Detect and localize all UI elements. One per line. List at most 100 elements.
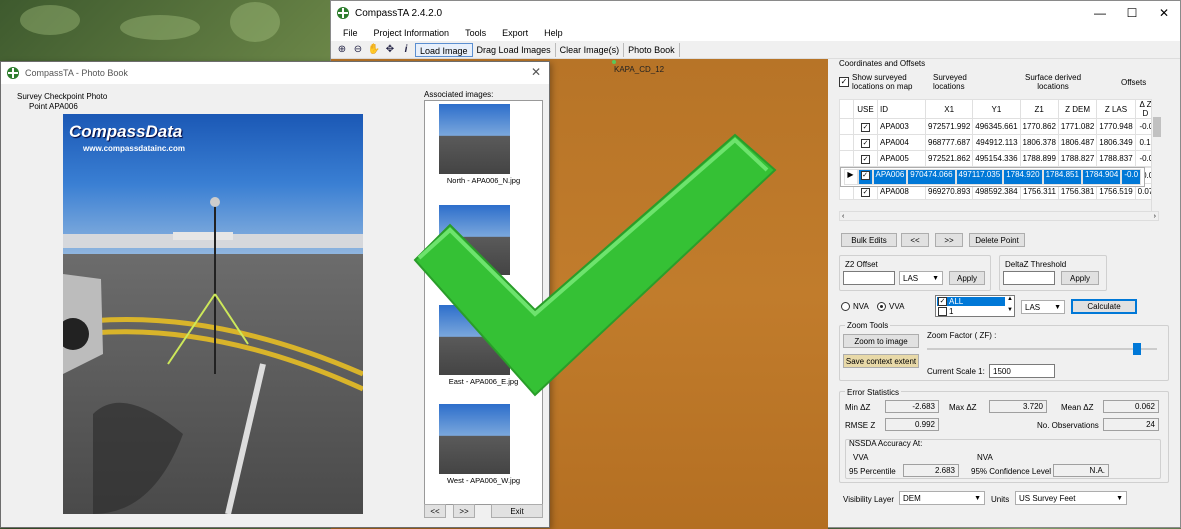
use-checkbox[interactable]: ✓: [861, 187, 870, 197]
scroll-left-icon[interactable]: ‹: [842, 213, 844, 220]
clear-images-button[interactable]: Clear Image(s): [556, 42, 625, 57]
menu-file[interactable]: File: [335, 28, 366, 38]
photo-next-button[interactable]: >>: [453, 504, 475, 518]
thumbnail-west[interactable]: [439, 404, 510, 474]
cell-dz[interactable]: -0.0: [1121, 169, 1142, 185]
table-vertical-scrollbar[interactable]: [1151, 99, 1161, 211]
zoom-factor-track[interactable]: [927, 348, 1157, 350]
col-z1[interactable]: Z1: [1019, 99, 1059, 119]
current-scale-input[interactable]: 1500: [989, 364, 1055, 378]
maximize-button[interactable]: ☐: [1116, 1, 1148, 25]
zoom-out-icon[interactable]: ⊖: [351, 43, 365, 57]
pan-hand-icon[interactable]: ✋: [367, 43, 381, 57]
info-icon[interactable]: i: [399, 43, 413, 57]
class-item-1[interactable]: 1: [949, 307, 953, 316]
photo-exit-button[interactable]: Exit: [491, 504, 543, 518]
cell-y1[interactable]: 497117.035: [955, 169, 1004, 185]
class-1-checkbox[interactable]: [938, 307, 947, 316]
use-checkbox[interactable]: ✓: [861, 138, 870, 148]
deltaz-input[interactable]: [1003, 271, 1055, 285]
cell-zlas[interactable]: 1770.948: [1096, 118, 1136, 135]
cell-z1[interactable]: 1806.378: [1019, 134, 1059, 151]
scroll-right-icon[interactable]: ›: [1154, 213, 1156, 220]
units-select[interactable]: US Survey Feet ▼: [1015, 491, 1127, 505]
cell-zlas[interactable]: 1784.904: [1081, 169, 1122, 185]
col-id[interactable]: ID: [877, 99, 926, 119]
use-cell[interactable]: ✓: [853, 118, 878, 135]
cell-id[interactable]: APA003: [877, 118, 926, 135]
table-horizontal-scrollbar[interactable]: ‹ ›: [839, 211, 1159, 221]
menu-tools[interactable]: Tools: [457, 28, 494, 38]
cell-zlas[interactable]: 1788.837: [1096, 150, 1136, 167]
use-checkbox[interactable]: ✓: [860, 171, 870, 180]
calculate-button[interactable]: Calculate: [1071, 299, 1137, 314]
cell-zdem[interactable]: 1771.082: [1057, 118, 1098, 135]
cell-x1[interactable]: 970474.066: [907, 169, 956, 185]
cell-id[interactable]: APA006: [872, 169, 908, 185]
col-x1[interactable]: X1: [924, 99, 974, 119]
col-use[interactable]: USE: [853, 99, 878, 119]
menu-project-information[interactable]: Project Information: [366, 28, 458, 38]
minimize-button[interactable]: —: [1084, 1, 1116, 25]
delete-point-button[interactable]: Delete Point: [969, 233, 1025, 247]
show-surveyed-checkbox[interactable]: ✓: [839, 77, 849, 87]
bulk-edits-button[interactable]: Bulk Edits: [841, 233, 897, 247]
cell-id[interactable]: APA005: [877, 150, 926, 167]
prev-point-button[interactable]: <<: [901, 233, 929, 247]
save-context-extent-button[interactable]: Save context extent: [843, 354, 919, 368]
deltaz-apply-button[interactable]: Apply: [1061, 271, 1099, 285]
zoom-to-image-button[interactable]: Zoom to image: [843, 334, 919, 348]
drag-load-images-button[interactable]: Drag Load Images: [473, 42, 556, 57]
cell-y1[interactable]: 496345.661: [972, 118, 1021, 135]
table-row[interactable]: ✓ APA003 972571.992 496345.661 1770.862 1771.…: [839, 118, 1157, 135]
cell-z1[interactable]: 1788.899: [1019, 150, 1059, 167]
z2-layer-select[interactable]: LAS ▼: [899, 271, 943, 285]
class-item-all[interactable]: ALL: [937, 297, 1005, 306]
use-cell[interactable]: ✓: [857, 169, 873, 185]
col-zdem[interactable]: Z DEM: [1057, 99, 1098, 119]
visibility-layer-select[interactable]: DEM ▼: [899, 491, 985, 505]
z2-offset-input[interactable]: [843, 271, 895, 285]
use-cell[interactable]: ✓: [853, 134, 878, 151]
next-point-button[interactable]: >>: [935, 233, 963, 247]
cell-zlas[interactable]: 1806.349: [1096, 134, 1136, 151]
table-scroll-thumb[interactable]: [1153, 117, 1161, 137]
vva-radio[interactable]: [877, 302, 886, 311]
photo-prev-button[interactable]: <<: [424, 504, 446, 518]
list-down-icon[interactable]: ▼: [1007, 307, 1013, 313]
zoom-factor-slider-thumb[interactable]: [1133, 343, 1141, 355]
use-checkbox[interactable]: ✓: [861, 154, 870, 164]
cell-y1[interactable]: 495154.336: [972, 150, 1021, 167]
cell-x1[interactable]: 972521.862: [924, 150, 974, 167]
col-zlas[interactable]: Z LAS: [1096, 99, 1136, 119]
list-up-icon[interactable]: ▲: [1007, 296, 1013, 302]
load-image-button[interactable]: Load Image: [415, 42, 473, 57]
class-list[interactable]: ALL ✓ 1 ▲ ▼: [935, 295, 1015, 317]
zoom-in-icon[interactable]: ⊕: [335, 43, 349, 57]
cell-y1[interactable]: 494912.113: [972, 134, 1021, 151]
cell-z1[interactable]: 1784.920: [1003, 169, 1043, 185]
cell-zdem[interactable]: 1784.851: [1042, 169, 1082, 185]
close-button[interactable]: ✕: [1148, 1, 1180, 25]
cell-x1[interactable]: 972571.992: [924, 118, 974, 135]
table-row[interactable]: ▶ ✓ APA006 970474.066 497117.035 1784.920 1784…: [839, 167, 1146, 187]
cell-zdem[interactable]: 1788.827: [1057, 150, 1098, 167]
cell-id[interactable]: APA004: [877, 134, 926, 151]
nva-radio[interactable]: [841, 302, 850, 311]
menu-export[interactable]: Export: [494, 28, 536, 38]
col-y1[interactable]: Y1: [972, 99, 1021, 119]
class-all-checkbox[interactable]: ✓: [938, 297, 947, 306]
close-icon[interactable]: ✕: [531, 65, 541, 79]
checkpoint-marker[interactable]: [612, 60, 616, 64]
photo-book-button[interactable]: Photo Book: [624, 42, 680, 57]
z2-apply-button[interactable]: Apply: [949, 271, 985, 285]
calc-layer-select[interactable]: LAS ▼: [1021, 300, 1065, 314]
select-icon[interactable]: ✥: [383, 43, 397, 57]
cell-z1[interactable]: 1770.862: [1019, 118, 1059, 135]
use-checkbox[interactable]: ✓: [861, 122, 870, 132]
menu-help[interactable]: Help: [536, 28, 571, 38]
cell-zdem[interactable]: 1806.487: [1057, 134, 1098, 151]
table-row[interactable]: ✓ APA004 968777.687 494912.113 1806.378 1806.…: [839, 134, 1157, 151]
cell-x1[interactable]: 968777.687: [924, 134, 974, 151]
use-cell[interactable]: ✓: [853, 150, 878, 167]
